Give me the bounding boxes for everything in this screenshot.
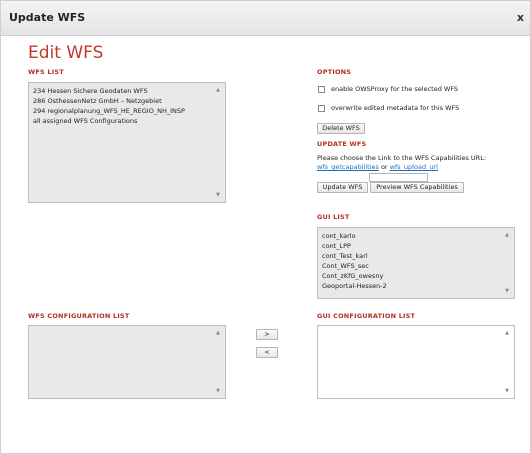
overwrite-metadata-label: overwrite edited metadata for this WFS xyxy=(331,104,460,112)
getcapabilities-link[interactable]: wfs_getcapabilities xyxy=(317,163,379,171)
wfs-config-list[interactable]: ▲ ▼ xyxy=(28,325,226,399)
dialog-titlebar[interactable]: Update WFS x xyxy=(1,1,530,36)
preview-capabilities-button[interactable]: Preview WFS Capabilities xyxy=(370,182,464,193)
dialog-title: Update WFS xyxy=(9,11,86,24)
add-to-config-button[interactable]: > xyxy=(256,329,278,340)
list-item[interactable]: Cont_WFS_sec xyxy=(318,261,514,271)
chevron-down-icon[interactable]: ▼ xyxy=(216,388,220,394)
chevron-down-icon[interactable]: ▼ xyxy=(505,288,509,294)
list-item[interactable]: all assigned WFS Configurations xyxy=(29,116,225,126)
gui-config-list-label: GUI CONFIGURATION LIST xyxy=(317,312,416,320)
list-item[interactable]: cont_Test_karl xyxy=(318,251,514,261)
gui-config-list[interactable]: ▲ ▼ xyxy=(317,325,515,399)
chevron-up-icon[interactable]: ▲ xyxy=(216,87,220,93)
update-wfs-button[interactable]: Update WFS xyxy=(317,182,368,193)
overwrite-metadata-checkbox[interactable] xyxy=(318,104,325,112)
update-instruction: Please choose the Link to the WFS Capabi… xyxy=(317,154,487,162)
list-item[interactable]: 294 regionalplanung_WFS_HE_REGIO_NH_INSP xyxy=(29,106,225,116)
list-item[interactable]: Geoportal-Hessen-2 xyxy=(318,281,514,291)
links-or: or xyxy=(380,163,388,171)
remove-from-config-button[interactable]: < xyxy=(256,347,278,358)
chevron-up-icon[interactable]: ▲ xyxy=(216,330,220,336)
delete-wfs-button[interactable]: Delete WFS xyxy=(317,123,365,134)
list-item[interactable]: cont_karlo xyxy=(318,231,514,241)
owsproxy-checkbox[interactable] xyxy=(318,85,325,93)
capabilities-links: wfs_getcapabilities or wfs_upload_url xyxy=(317,163,438,171)
capabilities-url-input[interactable] xyxy=(369,173,428,182)
gui-list-label: GUI LIST xyxy=(317,213,350,221)
upload-url-link[interactable]: wfs_upload_url xyxy=(390,163,438,171)
options-label: OPTIONS xyxy=(317,68,352,76)
overwrite-metadata-option: overwrite edited metadata for this WFS xyxy=(318,104,459,112)
list-item[interactable]: 234 Hessen Sichere Geodaten WFS xyxy=(29,86,225,96)
owsproxy-label: enable OWSProxy for the selected WFS xyxy=(331,85,459,93)
list-item[interactable]: Cont_zKfG_owesny xyxy=(318,271,514,281)
list-item[interactable]: cont_LPP xyxy=(318,241,514,251)
list-item[interactable]: 286 OsthessenNetz GmbH – Netzgebiet xyxy=(29,96,225,106)
wfs-config-list-label: WFS CONFIGURATION LIST xyxy=(28,312,130,320)
wfs-list-label: WFS LIST xyxy=(28,68,64,76)
owsproxy-option: enable OWSProxy for the selected WFS xyxy=(318,85,458,93)
close-icon[interactable]: x xyxy=(517,11,524,24)
chevron-up-icon[interactable]: ▲ xyxy=(505,330,509,336)
page-title: Edit WFS xyxy=(28,43,104,63)
gui-list[interactable]: cont_karlo cont_LPP cont_Test_karl Cont_… xyxy=(317,227,515,299)
chevron-down-icon[interactable]: ▼ xyxy=(505,388,509,394)
chevron-up-icon[interactable]: ▲ xyxy=(505,232,509,238)
wfs-list[interactable]: 234 Hessen Sichere Geodaten WFS 286 Osth… xyxy=(28,82,226,203)
chevron-down-icon[interactable]: ▼ xyxy=(216,192,220,198)
update-wfs-dialog: Update WFS x Edit WFS WFS LIST 234 Hesse… xyxy=(0,0,531,454)
update-wfs-label: UPDATE WFS xyxy=(317,140,367,148)
